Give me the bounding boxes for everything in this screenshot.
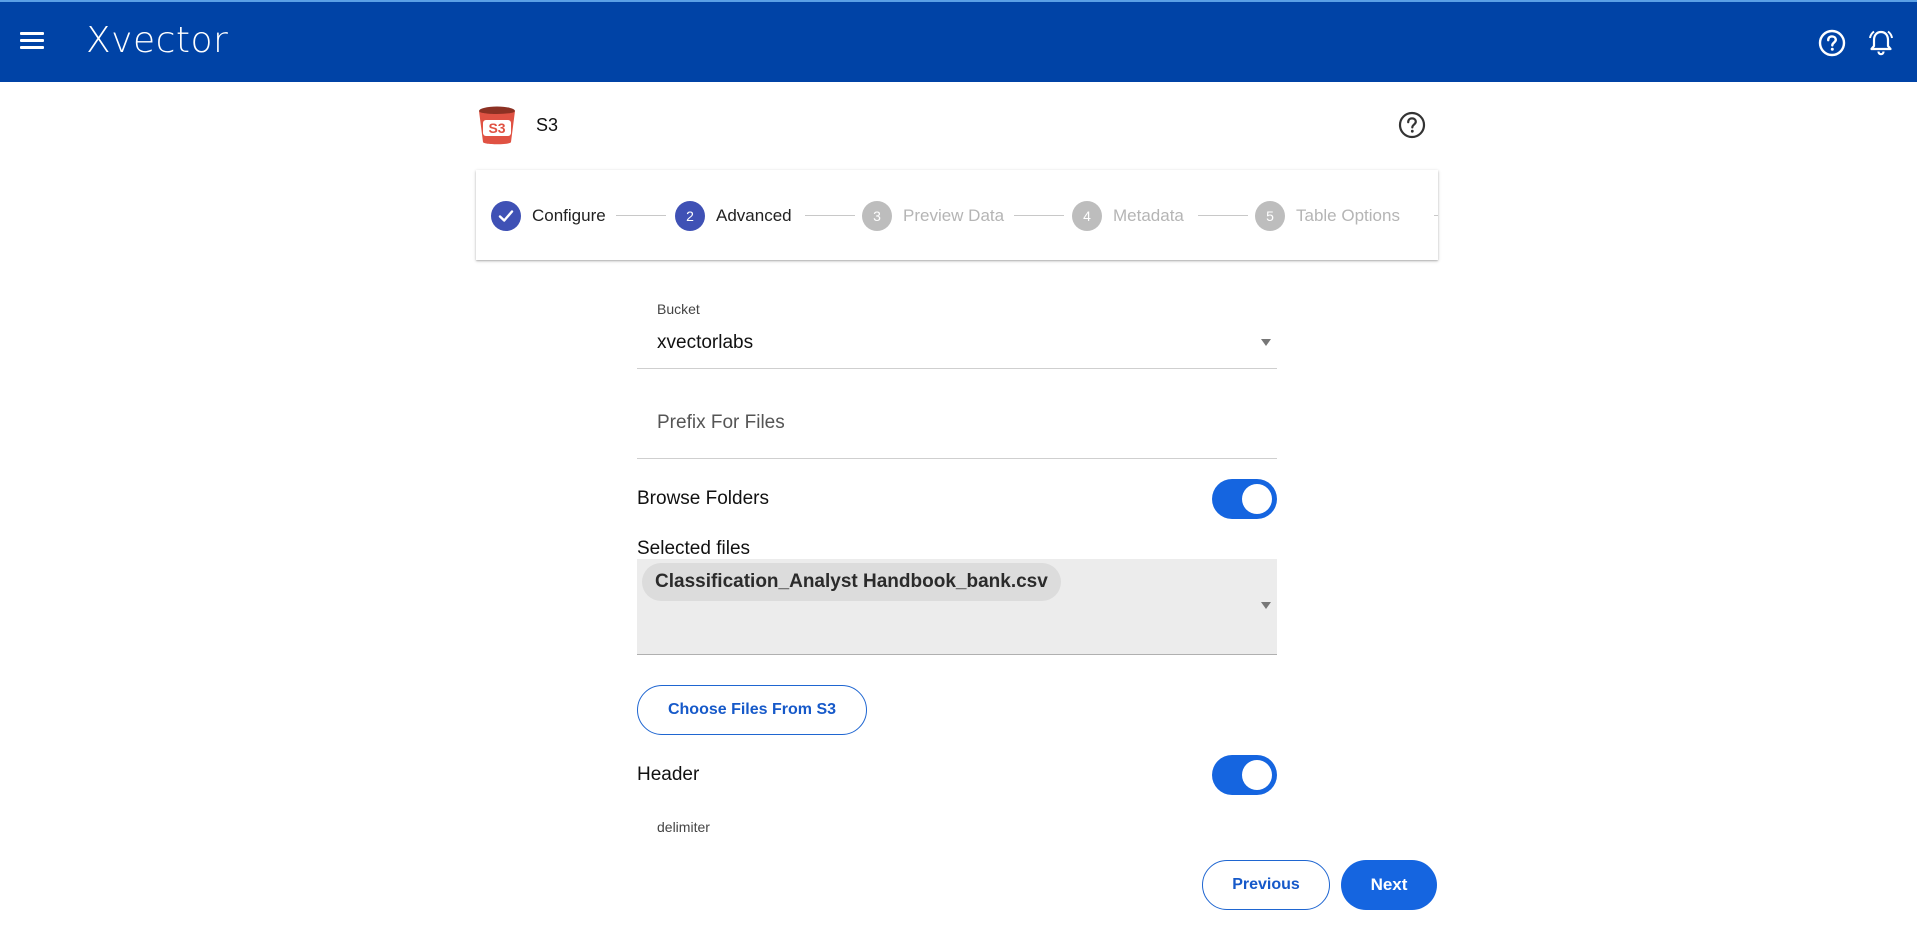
chevron-down-icon[interactable] <box>1261 339 1271 346</box>
bucket-label: Bucket <box>657 301 700 317</box>
previous-button[interactable]: Previous <box>1202 860 1330 910</box>
help-circle-icon[interactable] <box>1397 110 1427 140</box>
step-connector <box>805 215 855 216</box>
file-chip[interactable]: Classification_Analyst Handbook_bank.csv <box>642 563 1061 601</box>
bell-icon[interactable] <box>1866 28 1896 58</box>
step-number: 4 <box>1072 201 1102 231</box>
selected-files-select[interactable]: Classification_Analyst Handbook_bank.csv <box>637 559 1277 655</box>
step-label: Configure <box>532 206 606 225</box>
hamburger-menu-icon[interactable] <box>18 29 46 53</box>
check-icon <box>491 201 521 231</box>
prefix-underline <box>637 458 1277 459</box>
wizard-stepper: Configure 2 Advanced 3 Preview Data 4 Me… <box>476 170 1438 260</box>
bucket-select[interactable]: xvectorlabs <box>657 332 753 354</box>
step-metadata[interactable]: 4 Metadata <box>1072 201 1184 231</box>
step-connector <box>1198 215 1248 216</box>
step-label: Metadata <box>1113 206 1184 225</box>
step-label: Advanced <box>716 206 792 225</box>
prefix-placeholder: Prefix For Files <box>657 412 785 433</box>
step-advanced[interactable]: 2 Advanced <box>675 201 792 231</box>
step-number: 5 <box>1255 201 1285 231</box>
s3-bucket-icon: S3 <box>479 106 515 145</box>
chevron-down-icon[interactable] <box>1261 602 1271 609</box>
help-circle-icon[interactable] <box>1817 28 1847 58</box>
browse-folders-toggle[interactable] <box>1212 479 1277 519</box>
app-logo: Xvector <box>86 20 229 61</box>
choose-files-button[interactable]: Choose Files From S3 <box>637 685 867 735</box>
next-button[interactable]: Next <box>1341 860 1437 910</box>
selected-files-label: Selected files <box>637 538 751 559</box>
step-connector <box>1434 215 1438 216</box>
header-label: Header <box>637 764 700 785</box>
top-app-bar: Xvector <box>0 0 1917 82</box>
step-connector <box>616 215 666 216</box>
header-toggle[interactable] <box>1212 755 1277 795</box>
browse-folders-label: Browse Folders <box>637 488 769 509</box>
step-configure[interactable]: Configure <box>491 201 606 231</box>
delimiter-label: delimiter <box>657 819 710 835</box>
prefix-input[interactable]: Prefix For Files <box>637 398 1277 458</box>
step-label: Table Options <box>1296 206 1400 225</box>
step-number: 3 <box>862 201 892 231</box>
step-label: Preview Data <box>903 206 1005 225</box>
step-table-options[interactable]: 5 Table Options <box>1255 201 1400 231</box>
step-preview-data[interactable]: 3 Preview Data <box>862 201 1004 231</box>
step-connector <box>1014 215 1064 216</box>
source-name: S3 <box>536 115 559 135</box>
bucket-underline <box>637 368 1277 369</box>
s3-icon-text: S3 <box>488 120 505 136</box>
step-number: 2 <box>675 201 705 231</box>
